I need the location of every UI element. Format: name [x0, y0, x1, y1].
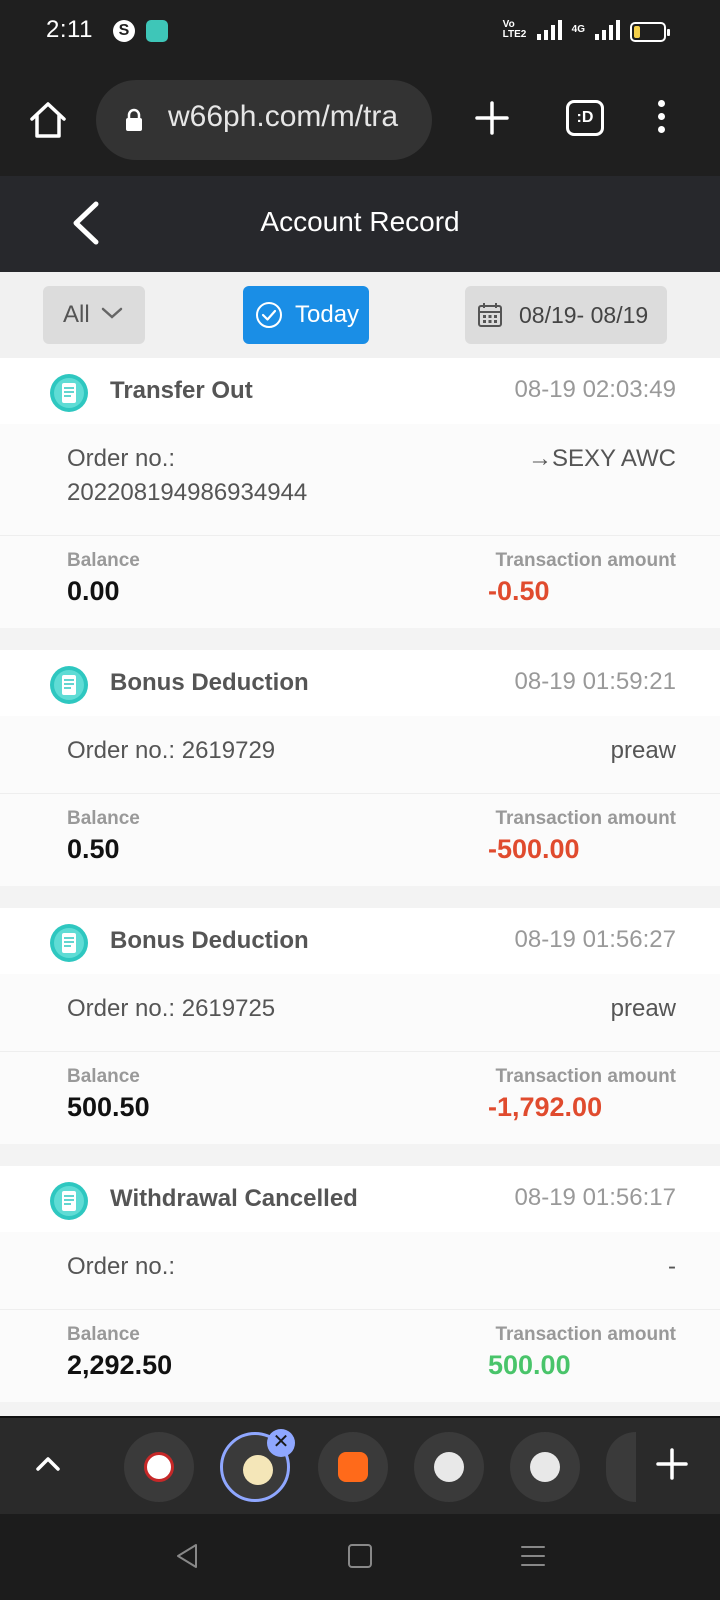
browser-toolbar: w66ph.com/m/tra :D — [0, 64, 720, 176]
receipt-icon — [50, 924, 88, 962]
page-header: Account Record — [0, 176, 720, 272]
receipt-icon — [50, 1182, 88, 1220]
order-label: Order no.: — [67, 995, 176, 1022]
balance-label: Balance — [67, 1066, 140, 1087]
tab-favicon-partial[interactable] — [606, 1432, 636, 1502]
balance-label: Balance — [67, 550, 140, 571]
home-icon[interactable] — [26, 98, 70, 142]
drop-favicon-icon — [434, 1452, 464, 1482]
balance-value: 0.00 — [67, 576, 120, 606]
tab-favicon[interactable] — [124, 1432, 194, 1502]
transaction-amount-label: Transaction amount — [495, 1324, 676, 1345]
order-number: 202208194986934944 — [67, 479, 308, 506]
lock-icon — [126, 108, 142, 131]
date-range-picker[interactable]: 08/19- 08/19 — [465, 286, 667, 344]
record-type: Bonus Deduction — [110, 927, 309, 954]
network-indicators: Vo LTE2 4G — [503, 20, 620, 40]
signal-icon — [536, 20, 562, 40]
balance-value: 0.50 — [67, 834, 120, 864]
record-time: 08-19 01:59:21 — [514, 668, 676, 695]
nav-recents-icon[interactable] — [520, 1544, 546, 1568]
record-time: 08-19 01:56:17 — [514, 1184, 676, 1211]
s-circle-icon: S — [113, 20, 135, 42]
tab-favicon[interactable] — [318, 1432, 388, 1502]
balance-value: 500.50 — [67, 1092, 150, 1122]
record-item[interactable]: Withdrawal Cancelled 08-19 01:56:17 Orde… — [0, 1166, 720, 1402]
transaction-amount-label: Transaction amount — [495, 550, 676, 571]
today-filter-label: Today — [295, 301, 360, 328]
record-list[interactable]: Transfer Out 08-19 02:03:49 Order no.: 2… — [0, 358, 720, 1416]
order-number: 2619729 — [181, 737, 276, 764]
type-filter-label: All — [63, 301, 90, 328]
close-tab-icon[interactable]: ✕ — [267, 1429, 295, 1457]
network-type-label: 4G — [571, 24, 585, 35]
record-item[interactable]: Transfer Out 08-19 02:03:49 Order no.: 2… — [0, 358, 720, 628]
volte-label: Vo LTE2 — [502, 19, 527, 40]
tab-strip: ✕ — [0, 1416, 720, 1514]
record-time: 08-19 01:56:27 — [514, 926, 676, 953]
transaction-amount-label: Transaction amount — [495, 1066, 676, 1087]
transaction-amount-value: -0.50 — [488, 576, 550, 606]
site-favicon-icon — [144, 1452, 174, 1482]
nav-back-icon[interactable] — [174, 1542, 200, 1570]
record-type: Transfer Out — [110, 377, 253, 404]
transaction-amount-value: 500.00 — [488, 1350, 571, 1380]
order-number: 2619725 — [181, 995, 276, 1022]
drop-favicon-icon — [530, 1452, 560, 1482]
transaction-amount-value: -1,792.00 — [488, 1092, 603, 1122]
date-range-label: 08/19- 08/19 — [519, 302, 649, 328]
balance-label: Balance — [67, 808, 140, 829]
type-filter-dropdown[interactable]: All — [43, 286, 145, 344]
status-bar: 2:11 S Vo LTE2 4G — [0, 0, 720, 64]
new-tab-plus-icon[interactable] — [472, 98, 512, 138]
filter-bar: All Today 08/19- 08/19 — [0, 272, 720, 358]
signal-icon-2 — [595, 20, 620, 40]
tab-favicon-active[interactable]: ✕ — [220, 1429, 295, 1502]
transaction-amount-value: -500.00 — [488, 834, 580, 864]
calendar-icon — [478, 303, 502, 327]
tab-favicon[interactable] — [414, 1432, 484, 1502]
record-destination: preaw — [610, 737, 676, 764]
tab-favicon[interactable] — [510, 1432, 580, 1502]
transaction-amount-label: Transaction amount — [495, 808, 676, 829]
order-label: Order no.: — [67, 737, 176, 764]
receipt-icon — [50, 374, 88, 412]
url-text[interactable]: w66ph.com/m/tra — [168, 100, 398, 134]
more-menu-icon[interactable] — [656, 100, 666, 136]
balance-label: Balance — [67, 1324, 140, 1345]
battery-icon — [630, 22, 670, 42]
record-destination: preaw — [610, 995, 676, 1022]
tab-switcher-button[interactable]: :D — [566, 100, 604, 136]
record-item[interactable]: Bonus Deduction 08-19 01:59:21 Order no.… — [0, 650, 720, 886]
status-time: 2:11 — [46, 16, 93, 43]
balance-value: 2,292.50 — [67, 1350, 173, 1380]
chevron-down-icon — [101, 307, 123, 319]
receipt-icon — [50, 666, 88, 704]
record-time: 08-19 02:03:49 — [514, 376, 676, 403]
chat-favicon-icon — [338, 1452, 368, 1482]
record-type: Bonus Deduction — [110, 669, 309, 696]
app-notification-icon — [146, 20, 168, 42]
order-label: Order no.: — [67, 1253, 176, 1280]
record-destination: →SEXY AWC — [527, 445, 676, 472]
nav-home-icon[interactable] — [348, 1544, 372, 1568]
check-circle-icon — [256, 302, 282, 328]
page-title: Account Record — [260, 206, 460, 237]
record-type: Withdrawal Cancelled — [110, 1185, 358, 1212]
url-bar[interactable]: w66ph.com/m/tra — [96, 80, 432, 160]
record-item[interactable]: Bonus Deduction 08-19 01:56:27 Order no.… — [0, 908, 720, 1144]
chevron-up-icon[interactable] — [34, 1454, 62, 1474]
today-filter-button[interactable]: Today — [243, 286, 369, 344]
system-nav-bar — [0, 1514, 720, 1600]
add-tab-plus-icon[interactable] — [654, 1446, 690, 1482]
record-destination: - — [668, 1253, 676, 1280]
w66-favicon-icon — [243, 1455, 273, 1485]
